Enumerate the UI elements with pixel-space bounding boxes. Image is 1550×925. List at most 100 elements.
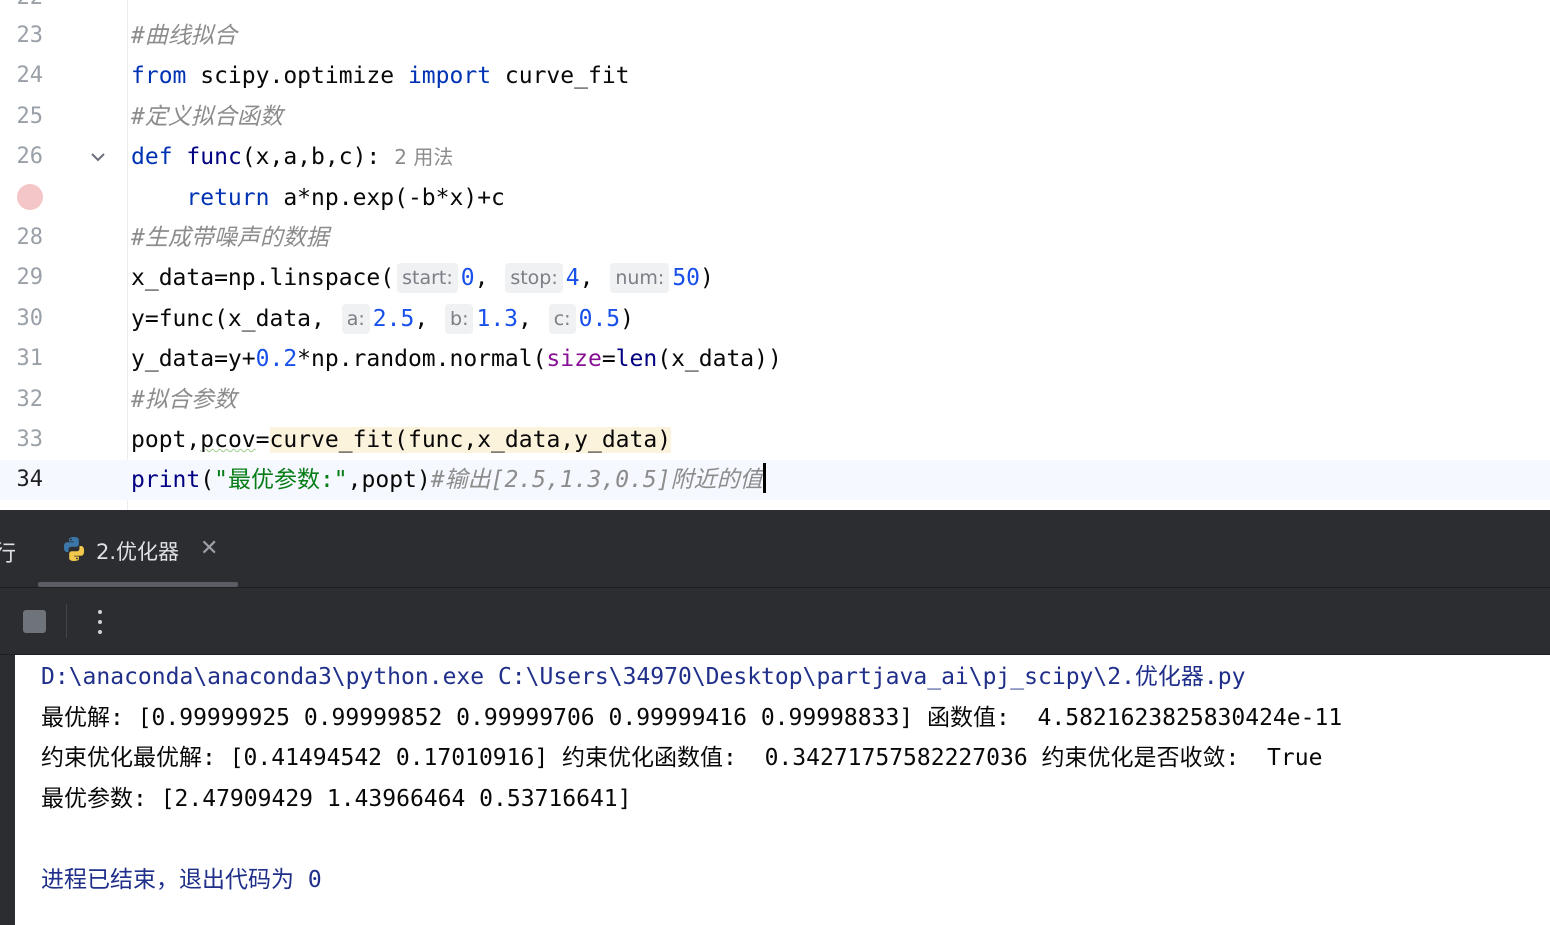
line-number[interactable]: 31 [0, 339, 44, 379]
console-output-line: 最优解: [0.99999925 0.99999852 0.99999706 0… [41, 704, 1343, 731]
code-line[interactable]: 23 #曲线拟合 [0, 16, 1550, 56]
parameter-hint: num: [610, 263, 670, 294]
run-toolbar [0, 588, 1550, 655]
code-token: 0.2 [255, 346, 298, 373]
code-token: 50 [672, 265, 701, 292]
parameter-hint: b: [445, 303, 474, 334]
code-token: #拟合参数 [131, 386, 237, 413]
code-line[interactable]: 27 return a*np.exp(-b*x)+c [0, 178, 1550, 218]
code-text: print("最优参数:",popt)#输出[2.5,1.3,0.5]附近的值 [131, 460, 766, 500]
code-token: ( [200, 467, 215, 494]
code-token: y=func(x_data, [131, 305, 339, 332]
code-text: y_data=y+0.2*np.random.normal(size=len(x… [131, 339, 782, 379]
code-text: from scipy.optimize import curve_fit [131, 56, 630, 96]
panel-edge-label[interactable]: 行 [0, 536, 16, 568]
code-token: ) [700, 265, 714, 292]
code-token: popt, [131, 427, 201, 453]
code-text: #生成带噪声的数据 [131, 218, 329, 258]
code-token: a*np.exp(-b*x)+c [269, 184, 505, 211]
code-line[interactable]: 31 y_data=y+0.2*np.random.normal(size=len… [0, 339, 1550, 379]
more-vertical-icon[interactable] [88, 602, 112, 642]
code-token: len [615, 346, 658, 373]
code-text: popt,pcov=curve_fit(func,x_data,y_data) [131, 420, 672, 460]
console-output-line: 约束优化最优解: [0.41494542 0.17010916] 约束优化函数值… [41, 745, 1323, 771]
line-number[interactable]: 24 [0, 56, 44, 96]
code-token: curve_fit [491, 63, 630, 90]
code-token: 2.5 [372, 305, 415, 332]
parameter-hint: start: [397, 263, 458, 294]
code-token: = [601, 346, 616, 373]
code-token: curve_fit(func,x_data,y_data) [269, 427, 672, 453]
code-line[interactable]: 28 #生成带噪声的数据 [0, 218, 1550, 258]
stop-button[interactable] [23, 610, 46, 633]
parameter-hint: stop: [505, 263, 563, 294]
code-line[interactable]: 26 def func(x,a,b,c): 2 用法 [0, 137, 1550, 177]
code-line[interactable]: 24 from scipy.optimize import curve_fit [0, 56, 1550, 96]
line-number[interactable]: 23 [0, 16, 44, 56]
code-token: , [579, 265, 608, 292]
line-number[interactable]: 29 [0, 258, 44, 298]
tab-label: 2.优化器 [96, 540, 180, 564]
code-token: import [407, 63, 492, 90]
line-number[interactable]: 30 [0, 299, 44, 339]
code-token: #定义拟合函数 [131, 103, 283, 130]
code-token: func [186, 144, 242, 171]
code-text: y=func(x_data, a: 2.5, b: 1.3, c: 0.5) [131, 299, 634, 339]
code-token: x_data=np.linspace( [131, 265, 395, 292]
code-token: , [474, 265, 503, 292]
code-token: 4 [565, 265, 580, 292]
code-text: x_data=np.linspace(start: 0, stop: 4, num:… [131, 258, 714, 298]
code-token: 0 [460, 265, 475, 292]
code-token: "最优参数:" [214, 467, 348, 494]
code-token: return [186, 184, 270, 211]
breakpoint-icon[interactable] [17, 184, 43, 210]
code-line[interactable]: 29 x_data=np.linspace(start: 0, stop: 4, nu… [0, 258, 1550, 298]
code-token: *np.random.normal( [297, 346, 547, 373]
code-line[interactable]: 30 y=func(x_data, a: 2.5, b: 1.3, c: 0.5) [0, 299, 1550, 339]
code-token: def [131, 144, 173, 171]
code-text: def func(x,a,b,c): 2 用法 [131, 137, 453, 177]
code-line[interactable]: 25 #定义拟合函数 [0, 97, 1550, 137]
run-tab-bar: 行 2.优化器 ✕ [0, 510, 1550, 588]
console-left-strip [0, 655, 15, 925]
run-panel: 行 2.优化器 ✕ D:\anaconda\anaconda3\python.e… [0, 510, 1550, 925]
parameter-hint: a: [341, 303, 370, 334]
code-token: 0.5 [578, 305, 621, 332]
console-output[interactable]: D:\anaconda\anaconda3\python.exe C:\User… [0, 655, 1550, 925]
code-editor[interactable]: 22 23#曲线拟合24from scipy.optimize import c… [0, 0, 1550, 510]
line-number[interactable]: 28 [0, 218, 44, 258]
code-token: 1.3 [476, 305, 519, 332]
code-text: #定义拟合函数 [131, 97, 283, 137]
code-token: pcov [200, 427, 256, 453]
line-number[interactable]: 34 [0, 460, 44, 500]
code-token: scipy.optimize [186, 63, 408, 90]
code-token: (x_data)) [657, 346, 782, 373]
code-token: y_data=y+ [131, 346, 256, 373]
toolbar-separator [66, 604, 67, 638]
line-number[interactable]: 26 [0, 137, 44, 177]
close-icon[interactable]: ✕ [200, 535, 218, 563]
code-token: , [414, 305, 443, 332]
tab-run-config[interactable]: 2.优化器 ✕ [38, 510, 238, 588]
code-text: return a*np.exp(-b*x)+c [131, 178, 505, 218]
usage-hint: 2 用法 [394, 145, 454, 170]
code-token: #曲线拟合 [131, 23, 237, 49]
code-token: #输出[2.5,1.3,0.5]附近的值 [430, 467, 763, 494]
line-number[interactable]: 25 [0, 97, 44, 137]
console-output-line: 最优参数: [2.47909429 1.43966464 0.53716641] [41, 785, 632, 812]
code-token: print [131, 467, 201, 494]
code-line[interactable]: 34 print("最优参数:",popt)#输出[2.5,1.3,0.5]附近的… [0, 460, 1550, 501]
code-token: from [131, 63, 187, 90]
code-text: #拟合参数 [131, 380, 237, 420]
code-line[interactable]: 33 popt,pcov=curve_fit(func,x_data,y_data… [0, 420, 1550, 460]
code-line[interactable]: 32 #拟合参数 [0, 380, 1550, 420]
fold-chevron-icon[interactable] [89, 148, 107, 166]
code-token: , [518, 305, 546, 332]
line-number[interactable]: 33 [0, 420, 44, 460]
console-system-line: D:\anaconda\anaconda3\python.exe C:\User… [41, 664, 1246, 690]
code-text: #曲线拟合 [131, 16, 237, 56]
line-number[interactable]: 32 [0, 380, 44, 420]
code-token: #生成带噪声的数据 [131, 225, 329, 251]
